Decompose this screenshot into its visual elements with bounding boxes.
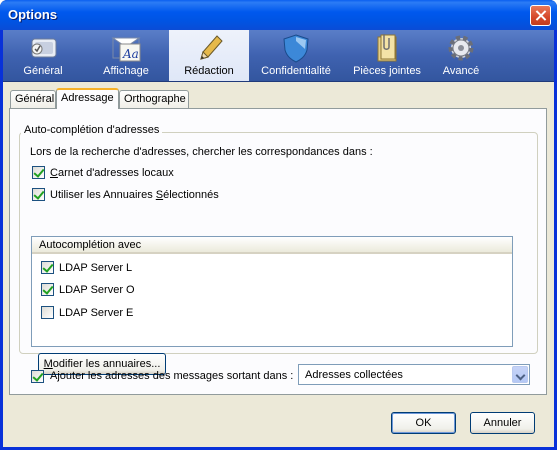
addressing-panel: Auto-complétion d'adresses Lors de la re… (9, 108, 547, 395)
server-checkbox[interactable] (41, 261, 54, 274)
toolbar-item-display[interactable]: Aa Affichage (83, 30, 169, 81)
list-column-header[interactable]: Autocomplétion avec (32, 237, 512, 254)
folder-paperclip-icon (377, 34, 397, 62)
ok-button[interactable]: OK (391, 412, 456, 434)
options-window: Options Général Aa Affichage Rédaction C… (0, 0, 557, 450)
column-header-label: Autocomplétion avec (39, 239, 142, 251)
window-title: Options (8, 7, 58, 22)
cancel-button[interactable]: Annuler (470, 412, 535, 434)
tab-spelling[interactable]: Orthographe (119, 90, 189, 108)
server-label[interactable]: LDAP Server O (59, 284, 135, 296)
tab-label: Général (15, 93, 55, 105)
toolbar-label: Affichage (103, 65, 149, 77)
server-checkbox[interactable] (41, 283, 54, 296)
directories-label[interactable]: Utiliser les Annuaires Sélectionnés (50, 189, 219, 201)
general-settings-icon (31, 38, 57, 58)
tab-addressing[interactable]: Adressage (56, 88, 119, 109)
svg-text:Aa: Aa (122, 47, 139, 61)
pencil-icon (200, 35, 223, 60)
ldap-server-list[interactable]: Autocomplétion avec LDAP Server L LDAP S… (31, 236, 513, 347)
display-icon: Aa (111, 37, 141, 62)
toolbar-item-attachments[interactable]: Pièces jointes (343, 30, 431, 81)
server-label[interactable]: LDAP Server L (59, 262, 132, 274)
title-bar[interactable]: Options (0, 0, 557, 30)
select-value: Adresses collectées (305, 369, 403, 381)
toolbar-item-compose[interactable]: Rédaction (169, 30, 249, 81)
shield-icon (283, 34, 309, 63)
tab-general[interactable]: Général (10, 90, 56, 108)
chevron-down-icon[interactable] (512, 366, 528, 383)
outgoing-addresses-checkbox[interactable] (31, 370, 44, 383)
toolbar-item-privacy[interactable]: Confidentialité (249, 30, 343, 81)
gear-icon (448, 35, 474, 61)
outgoing-addresses-label[interactable]: Ajouter les adresses des messages sortan… (50, 370, 293, 382)
toolbar-label: Pièces jointes (353, 65, 421, 77)
close-button[interactable] (530, 5, 551, 26)
category-toolbar: Général Aa Affichage Rédaction Confident… (3, 30, 554, 82)
toolbar-label: Général (23, 65, 63, 77)
local-addressbook-label[interactable]: Carnet d'adresses locaux (50, 167, 174, 179)
tab-label: Adressage (61, 92, 114, 104)
server-checkbox[interactable] (41, 306, 54, 319)
tab-label: Orthographe (124, 93, 186, 105)
toolbar-label: Rédaction (184, 65, 234, 77)
group-legend: Auto-complétion d'adresses (21, 124, 163, 136)
search-description: Lors de la recherche d'adresses, cherche… (30, 146, 373, 158)
local-addressbook-checkbox[interactable] (32, 166, 45, 179)
toolbar-label: Confidentialité (261, 65, 331, 77)
button-label: Annuler (483, 417, 522, 429)
toolbar-item-advanced[interactable]: Avancé (431, 30, 491, 81)
toolbar-item-general[interactable]: Général (3, 30, 83, 81)
server-label[interactable]: LDAP Server E (59, 307, 133, 319)
button-label: OK (415, 417, 432, 429)
dialog-client: Général Aa Affichage Rédaction Confident… (3, 30, 554, 447)
toolbar-label: Avancé (442, 65, 480, 77)
collected-addressbook-select[interactable]: Adresses collectées (298, 364, 530, 385)
directories-checkbox[interactable] (32, 188, 45, 201)
